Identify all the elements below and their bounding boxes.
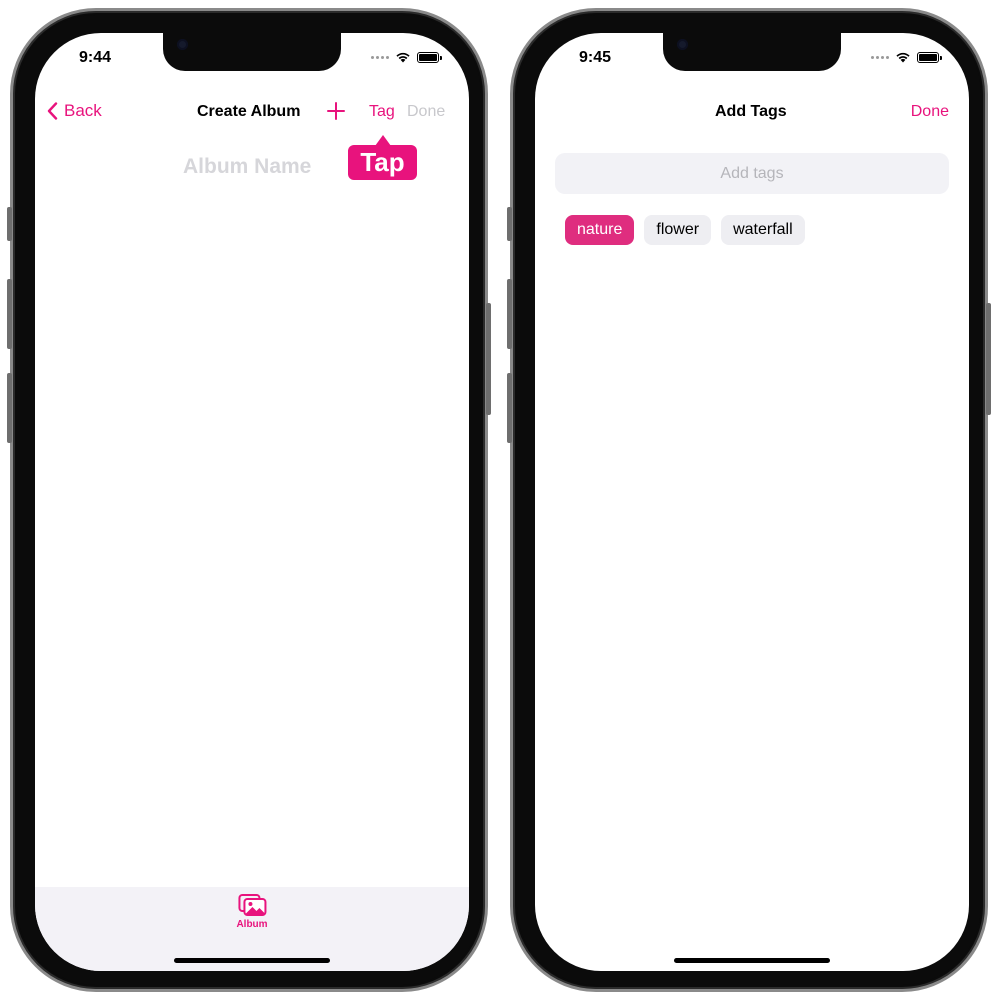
wifi-icon [896, 52, 910, 63]
phone-frame-right: 9:45 Add Tags Done nature flower waterfa… [507, 8, 991, 992]
back-button[interactable]: Back [47, 101, 102, 121]
camera-icon [677, 39, 688, 50]
battery-icon [917, 51, 942, 63]
volume-up-button [7, 279, 12, 349]
status-icons [871, 51, 942, 63]
action-button [507, 207, 512, 241]
tab-album-label: Album [236, 919, 268, 930]
tag-button[interactable]: Tag [369, 103, 395, 121]
notch [163, 33, 341, 71]
nav-title: Add Tags [715, 103, 787, 120]
tap-callout: Tap [348, 135, 417, 180]
tab-bar: Album [35, 887, 469, 971]
done-button[interactable]: Done [911, 103, 949, 121]
add-tags-screen: 9:45 Add Tags Done nature flower waterfa… [535, 33, 969, 971]
done-button[interactable]: Done [407, 103, 445, 121]
status-time: 9:45 [579, 49, 612, 66]
cellular-signal-icon [371, 55, 389, 59]
nav-title: Create Album [197, 103, 301, 120]
add-tags-input[interactable] [555, 153, 949, 194]
power-button [486, 303, 491, 415]
volume-down-button [7, 373, 12, 443]
photo-album-icon [237, 894, 266, 916]
add-button[interactable] [327, 93, 345, 125]
album-name-field[interactable]: Album Name [183, 155, 311, 179]
home-indicator [674, 958, 830, 963]
action-button [7, 207, 12, 241]
cellular-signal-icon [871, 55, 889, 59]
back-label: Back [64, 101, 102, 120]
power-button [986, 303, 991, 415]
home-indicator [174, 958, 330, 963]
chevron-left-icon [47, 102, 58, 120]
status-time: 9:44 [79, 49, 112, 66]
plus-icon [327, 102, 345, 120]
stage: 9:44 Back Create Album Tag Done Album Na… [0, 0, 1000, 1000]
tab-album[interactable]: Album [236, 893, 268, 930]
phone-frame-left: 9:44 Back Create Album Tag Done Album Na… [7, 8, 491, 992]
battery-icon [417, 51, 442, 63]
tag-chip-nature[interactable]: nature [565, 215, 635, 245]
tag-chip-flower[interactable]: flower [644, 215, 712, 245]
camera-icon [177, 39, 188, 50]
tag-chip-waterfall[interactable]: waterfall [721, 215, 805, 245]
volume-up-button [507, 279, 512, 349]
create-album-screen: 9:44 Back Create Album Tag Done Album Na… [35, 33, 469, 971]
volume-down-button [507, 373, 512, 443]
wifi-icon [396, 52, 410, 63]
status-icons [371, 51, 442, 63]
tag-list: nature flower waterfall [565, 215, 805, 245]
notch [663, 33, 841, 71]
